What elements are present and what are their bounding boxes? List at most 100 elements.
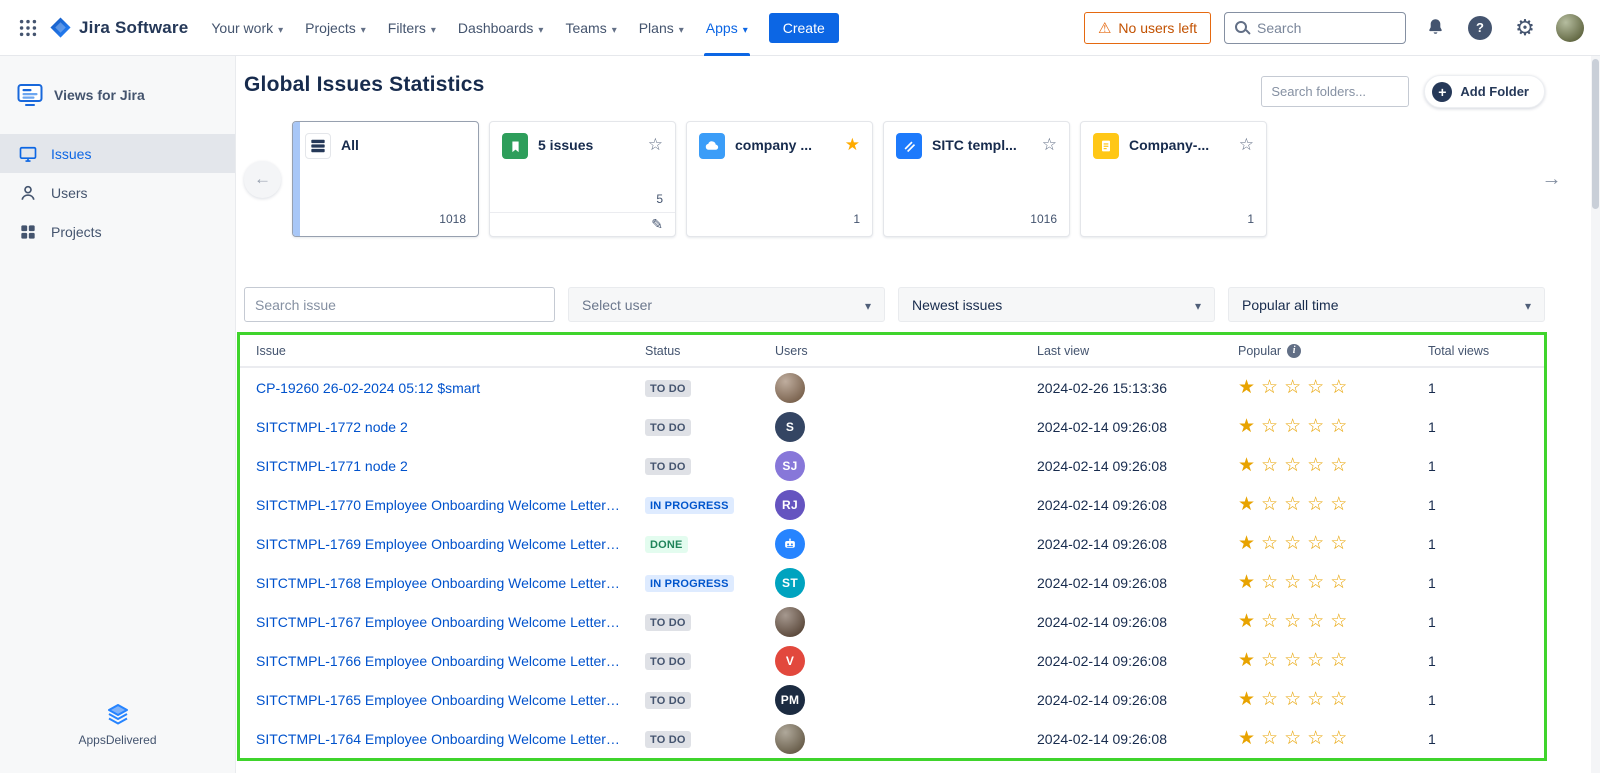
star-icon[interactable]: ☆ xyxy=(1261,573,1278,592)
star-icon[interactable]: ☆ xyxy=(1284,690,1301,709)
sidebar-item-users[interactable]: Users xyxy=(0,173,235,212)
star-icon[interactable]: ☆ xyxy=(1307,495,1324,514)
star-icon[interactable]: ☆ xyxy=(1307,690,1324,709)
folder-card-sitc-templ[interactable]: SITC templ...☆1016 xyxy=(883,121,1070,237)
folder-card-5-issues[interactable]: 5 issues☆5✎ xyxy=(489,121,676,237)
help-button[interactable] xyxy=(1464,12,1496,44)
star-icon[interactable]: ☆ xyxy=(1261,612,1278,631)
star-icon[interactable]: ★ xyxy=(1238,651,1255,670)
jira-home-link[interactable]: Jira Software xyxy=(44,16,200,39)
star-icon[interactable]: ☆ xyxy=(1284,495,1301,514)
star-icon[interactable]: ★ xyxy=(1238,417,1255,436)
issue-link[interactable]: SITCTMPL-1771 node 2 xyxy=(256,458,645,474)
issue-link[interactable]: SITCTMPL-1764 Employee Onboarding Welcom… xyxy=(256,731,645,747)
search-folders-input[interactable] xyxy=(1261,76,1409,107)
star-icon[interactable]: ☆ xyxy=(1307,651,1324,670)
global-search-input[interactable] xyxy=(1224,12,1406,44)
star-icon[interactable]: ☆ xyxy=(1330,417,1347,436)
scrollbar-thumb[interactable] xyxy=(1592,59,1599,209)
star-icon[interactable]: ☆ xyxy=(1261,651,1278,670)
folder-card-company[interactable]: Company-...☆1 xyxy=(1080,121,1267,237)
profile-button[interactable] xyxy=(1554,12,1586,44)
issue-link[interactable]: SITCTMPL-1767 Employee Onboarding Welcom… xyxy=(256,614,645,630)
sort-select[interactable]: Newest issues xyxy=(898,287,1215,322)
star-icon[interactable]: ☆ xyxy=(1330,573,1347,592)
folder-card-company[interactable]: company ...★1 xyxy=(686,121,873,237)
user-avatar[interactable] xyxy=(775,724,805,754)
star-icon[interactable]: ☆ xyxy=(1261,690,1278,709)
user-avatar[interactable]: ST xyxy=(775,568,805,598)
star-icon[interactable]: ☆ xyxy=(1330,729,1347,748)
star-icon[interactable]: ☆ xyxy=(1330,456,1347,475)
add-folder-button[interactable]: Add Folder xyxy=(1424,75,1545,108)
star-icon[interactable]: ☆ xyxy=(1261,456,1278,475)
nav-item-filters[interactable]: Filters xyxy=(377,0,447,56)
issue-link[interactable]: SITCTMPL-1770 Employee Onboarding Welcom… xyxy=(256,497,645,513)
user-avatar[interactable] xyxy=(775,529,805,559)
issue-link[interactable]: SITCTMPL-1768 Employee Onboarding Welcom… xyxy=(256,575,645,591)
star-icon[interactable]: ☆ xyxy=(1330,651,1347,670)
star-icon[interactable]: ☆ xyxy=(1307,534,1324,553)
star-icon[interactable]: ☆ xyxy=(1330,690,1347,709)
issue-link[interactable]: SITCTMPL-1766 Employee Onboarding Welcom… xyxy=(256,653,645,669)
star-icon[interactable]: ☆ xyxy=(1307,456,1324,475)
search-issue-input[interactable] xyxy=(244,287,555,322)
user-avatar[interactable]: PM xyxy=(775,685,805,715)
star-icon[interactable]: ☆ xyxy=(1284,612,1301,631)
star-icon[interactable]: ★ xyxy=(1238,573,1255,592)
issue-link[interactable]: SITCTMPL-1772 node 2 xyxy=(256,419,645,435)
star-icon[interactable]: ☆ xyxy=(1284,456,1301,475)
star-icon[interactable]: ☆ xyxy=(1330,612,1347,631)
star-icon[interactable]: ☆ xyxy=(1284,651,1301,670)
issue-link[interactable]: SITCTMPL-1765 Employee Onboarding Welcom… xyxy=(256,692,645,708)
star-icon[interactable]: ★ xyxy=(1238,612,1255,631)
no-users-left-button[interactable]: No users left xyxy=(1084,12,1211,44)
star-icon[interactable]: ☆ xyxy=(1261,495,1278,514)
star-icon[interactable]: ☆ xyxy=(648,133,663,153)
star-icon[interactable]: ☆ xyxy=(1307,729,1324,748)
star-icon[interactable]: ★ xyxy=(1238,534,1255,553)
star-icon[interactable]: ★ xyxy=(1238,729,1255,748)
app-switcher-button[interactable] xyxy=(12,12,44,44)
folder-card-all[interactable]: All1018 xyxy=(292,121,479,237)
sidebar-item-issues[interactable]: Issues xyxy=(0,134,235,173)
star-icon[interactable]: ☆ xyxy=(1042,133,1057,153)
carousel-next-button[interactable] xyxy=(1533,161,1570,198)
star-icon[interactable]: ☆ xyxy=(1284,378,1301,397)
star-icon[interactable]: ★ xyxy=(1238,378,1255,397)
star-icon[interactable]: ☆ xyxy=(1307,573,1324,592)
nav-item-your-work[interactable]: Your work xyxy=(200,0,294,56)
user-avatar[interactable]: S xyxy=(775,412,805,442)
issue-link[interactable]: CP-19260 26-02-2024 05:12 $smart xyxy=(256,380,645,396)
settings-button[interactable] xyxy=(1509,12,1541,44)
star-icon[interactable]: ★ xyxy=(1238,495,1255,514)
issue-link[interactable]: SITCTMPL-1769 Employee Onboarding Welcom… xyxy=(256,536,645,552)
nav-item-dashboards[interactable]: Dashboards xyxy=(447,0,555,56)
sidebar-item-projects[interactable]: Projects xyxy=(0,212,235,251)
user-avatar[interactable]: V xyxy=(775,646,805,676)
star-icon[interactable]: ☆ xyxy=(1284,417,1301,436)
nav-item-apps[interactable]: Apps xyxy=(695,0,759,56)
star-icon[interactable]: ☆ xyxy=(1330,378,1347,397)
star-icon[interactable]: ☆ xyxy=(1261,378,1278,397)
popular-select[interactable]: Popular all time xyxy=(1228,287,1545,322)
create-button[interactable]: Create xyxy=(769,13,839,43)
star-icon[interactable]: ☆ xyxy=(1284,534,1301,553)
star-icon[interactable]: ☆ xyxy=(1307,378,1324,397)
star-icon[interactable]: ☆ xyxy=(1307,417,1324,436)
carousel-prev-button[interactable] xyxy=(244,161,281,198)
star-icon[interactable]: ☆ xyxy=(1261,417,1278,436)
user-avatar[interactable] xyxy=(775,373,805,403)
star-icon[interactable]: ☆ xyxy=(1261,534,1278,553)
notifications-button[interactable] xyxy=(1419,12,1451,44)
star-icon[interactable]: ☆ xyxy=(1261,729,1278,748)
star-icon[interactable]: ☆ xyxy=(1284,729,1301,748)
user-avatar[interactable] xyxy=(775,607,805,637)
nav-item-teams[interactable]: Teams xyxy=(554,0,627,56)
star-icon[interactable]: ☆ xyxy=(1239,133,1254,153)
info-icon[interactable] xyxy=(1287,344,1301,358)
user-avatar[interactable]: RJ xyxy=(775,490,805,520)
user-avatar[interactable]: SJ xyxy=(775,451,805,481)
star-icon[interactable]: ☆ xyxy=(1330,495,1347,514)
nav-item-plans[interactable]: Plans xyxy=(628,0,695,56)
